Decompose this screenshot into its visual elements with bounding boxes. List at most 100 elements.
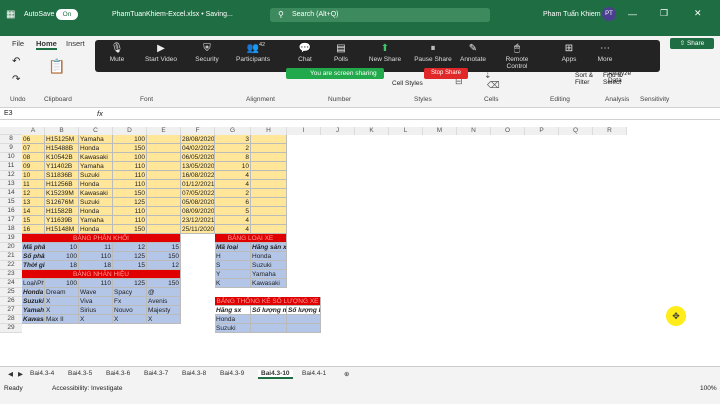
zoom-annotate-button[interactable]: ✎ Annotate bbox=[451, 42, 495, 63]
paste-icon[interactable]: 📋 bbox=[48, 58, 65, 75]
sheet-tab-Bai4.4-1[interactable]: Bai4.4-1 bbox=[302, 370, 326, 377]
column-header-I[interactable]: I bbox=[287, 127, 321, 135]
avatar[interactable]: PT bbox=[602, 7, 616, 21]
cell-f: 25/11/2020 bbox=[181, 225, 215, 234]
minimize-icon[interactable]: — bbox=[628, 9, 637, 19]
row-header-10[interactable]: 10 bbox=[0, 153, 22, 162]
column-header-E[interactable]: E bbox=[147, 127, 181, 135]
status-bar: Ready Accessibility: Investigate 100% bbox=[0, 380, 720, 404]
row-header-15[interactable]: 15 bbox=[0, 198, 22, 207]
cell-styles-button[interactable]: Cell Styles bbox=[392, 80, 423, 87]
row-header-12[interactable]: 12 bbox=[0, 171, 22, 180]
file-name[interactable]: PhamTuanKhiem-Excel.xlsx • Saving... bbox=[112, 11, 233, 18]
column-header-F[interactable]: F bbox=[181, 127, 215, 135]
row-header-18[interactable]: 18 bbox=[0, 225, 22, 234]
zoom-mute-button[interactable]: 🎙 Mute bbox=[95, 42, 139, 63]
redo-icon[interactable]: ↷ bbox=[12, 74, 20, 85]
cell-a: 15 bbox=[22, 216, 45, 225]
sheet-tab-Bai4.3-6[interactable]: Bai4.3-6 bbox=[106, 370, 130, 377]
remote-icon: 🖱 bbox=[514, 43, 520, 54]
row-header-26[interactable]: 26 bbox=[0, 297, 22, 306]
zoom-polls-button[interactable]: ▤ Polls bbox=[319, 42, 363, 63]
clear-icon[interactable]: ⌫ bbox=[487, 80, 500, 91]
row-header-25[interactable]: 25 bbox=[0, 288, 22, 297]
sheet-tab-Bai4.3-4[interactable]: Bai4.3-4 bbox=[30, 370, 54, 377]
zoom-button-label: Remote Control bbox=[505, 56, 529, 70]
menu-file[interactable]: File bbox=[12, 39, 24, 48]
row-header-19[interactable]: 19 bbox=[0, 234, 22, 243]
menu-insert[interactable]: Insert bbox=[66, 39, 85, 48]
autosave-toggle[interactable]: On bbox=[56, 9, 78, 20]
name-box[interactable]: E3 bbox=[4, 110, 64, 117]
row-header-24[interactable]: 24 bbox=[0, 279, 22, 288]
close-icon[interactable]: ✕ bbox=[694, 8, 702, 19]
row-header-23[interactable]: 23 bbox=[0, 270, 22, 279]
fx-icon[interactable]: fx bbox=[97, 109, 103, 118]
cell-g: 2 bbox=[215, 144, 251, 153]
row-header-28[interactable]: 28 bbox=[0, 315, 22, 324]
tab-scroll-left-icon[interactable]: ◀ bbox=[8, 370, 13, 378]
zoom-new-share-button[interactable]: ⬆ New Share bbox=[363, 42, 407, 63]
column-header-N[interactable]: N bbox=[457, 127, 491, 135]
sheet-tab-Bai4.3-10[interactable]: Bai4.3-10 bbox=[258, 370, 293, 379]
zoom-level[interactable]: 100% bbox=[700, 385, 717, 392]
column-header-O[interactable]: O bbox=[491, 127, 525, 135]
nhan-hieu-cell: Spacy bbox=[113, 288, 147, 297]
select-all-corner[interactable] bbox=[0, 127, 22, 135]
cell-e bbox=[147, 135, 181, 144]
row-header-17[interactable]: 17 bbox=[0, 216, 22, 225]
row-header-16[interactable]: 16 bbox=[0, 207, 22, 216]
column-header-Q[interactable]: Q bbox=[559, 127, 593, 135]
zoom-button-label: Mute bbox=[109, 56, 125, 63]
column-header-H[interactable]: H bbox=[251, 127, 287, 135]
row-header-14[interactable]: 14 bbox=[0, 189, 22, 198]
row-header-21[interactable]: 21 bbox=[0, 252, 22, 261]
menu-home[interactable]: Home bbox=[36, 39, 57, 50]
column-header-A[interactable]: A bbox=[22, 127, 45, 135]
zoom-more-button[interactable]: ⋯ More bbox=[583, 42, 627, 63]
sheet-tab-Bai4.3-8[interactable]: Bai4.3-8 bbox=[182, 370, 206, 377]
formula-bar: E3 fx bbox=[0, 108, 720, 120]
row-header-20[interactable]: 20 bbox=[0, 243, 22, 252]
column-header-B[interactable]: B bbox=[45, 127, 79, 135]
search-box[interactable]: ⚲ Search (Alt+Q) bbox=[270, 8, 490, 22]
cell-h bbox=[251, 144, 287, 153]
row-header-13[interactable]: 13 bbox=[0, 180, 22, 189]
sheet-tab-Bai4.3-5[interactable]: Bai4.3-5 bbox=[68, 370, 92, 377]
zoom-security-button[interactable]: ⛨ Security bbox=[185, 42, 229, 63]
zoom-remote-control-button[interactable]: 🖱 Remote Control bbox=[495, 42, 539, 70]
stop-share-button[interactable]: Stop Share bbox=[424, 68, 468, 79]
column-header-J[interactable]: J bbox=[321, 127, 355, 135]
undo-icon[interactable]: ↶ bbox=[12, 56, 20, 67]
add-sheet-icon[interactable]: ⊕ bbox=[344, 370, 349, 378]
cell-e bbox=[147, 180, 181, 189]
column-header-P[interactable]: P bbox=[525, 127, 559, 135]
cell-d: 150 bbox=[113, 225, 147, 234]
column-header-R[interactable]: R bbox=[593, 127, 627, 135]
column-header-D[interactable]: D bbox=[113, 127, 147, 135]
row-header-9[interactable]: 9 bbox=[0, 144, 22, 153]
row-header-11[interactable]: 11 bbox=[0, 162, 22, 171]
zoom-participants-button[interactable]: 👥 Participants 42 bbox=[231, 42, 275, 63]
row-header-22[interactable]: 22 bbox=[0, 261, 22, 270]
share-button[interactable]: ⇧ Share bbox=[670, 38, 714, 49]
thong-ke-cell bbox=[251, 324, 287, 333]
zoom-start-video-button[interactable]: ▶ Start Video bbox=[139, 42, 183, 63]
column-header-M[interactable]: M bbox=[423, 127, 457, 135]
row-header-8[interactable]: 8 bbox=[0, 135, 22, 144]
column-header-K[interactable]: K bbox=[355, 127, 389, 135]
restore-icon[interactable]: ❐ bbox=[660, 8, 668, 19]
column-header-C[interactable]: C bbox=[79, 127, 113, 135]
row-header-27[interactable]: 27 bbox=[0, 306, 22, 315]
analyze-data-button[interactable]: Analyze Data bbox=[608, 70, 634, 84]
column-header-L[interactable]: L bbox=[389, 127, 423, 135]
tab-scroll-right-icon[interactable]: ▶ bbox=[18, 370, 23, 378]
zoom-button-label: Security bbox=[195, 56, 219, 63]
row-header-29[interactable]: 29 bbox=[0, 324, 22, 333]
sheet-tab-Bai4.3-9[interactable]: Bai4.3-9 bbox=[220, 370, 244, 377]
accessibility-status[interactable]: Accessibility: Investigate bbox=[52, 385, 122, 392]
column-header-G[interactable]: G bbox=[215, 127, 251, 135]
zoom-pause-share-button[interactable]: ⏸ Pause Share bbox=[411, 42, 455, 63]
sheet-tab-Bai4.3-7[interactable]: Bai4.3-7 bbox=[144, 370, 168, 377]
cell-d: 110 bbox=[113, 216, 147, 225]
